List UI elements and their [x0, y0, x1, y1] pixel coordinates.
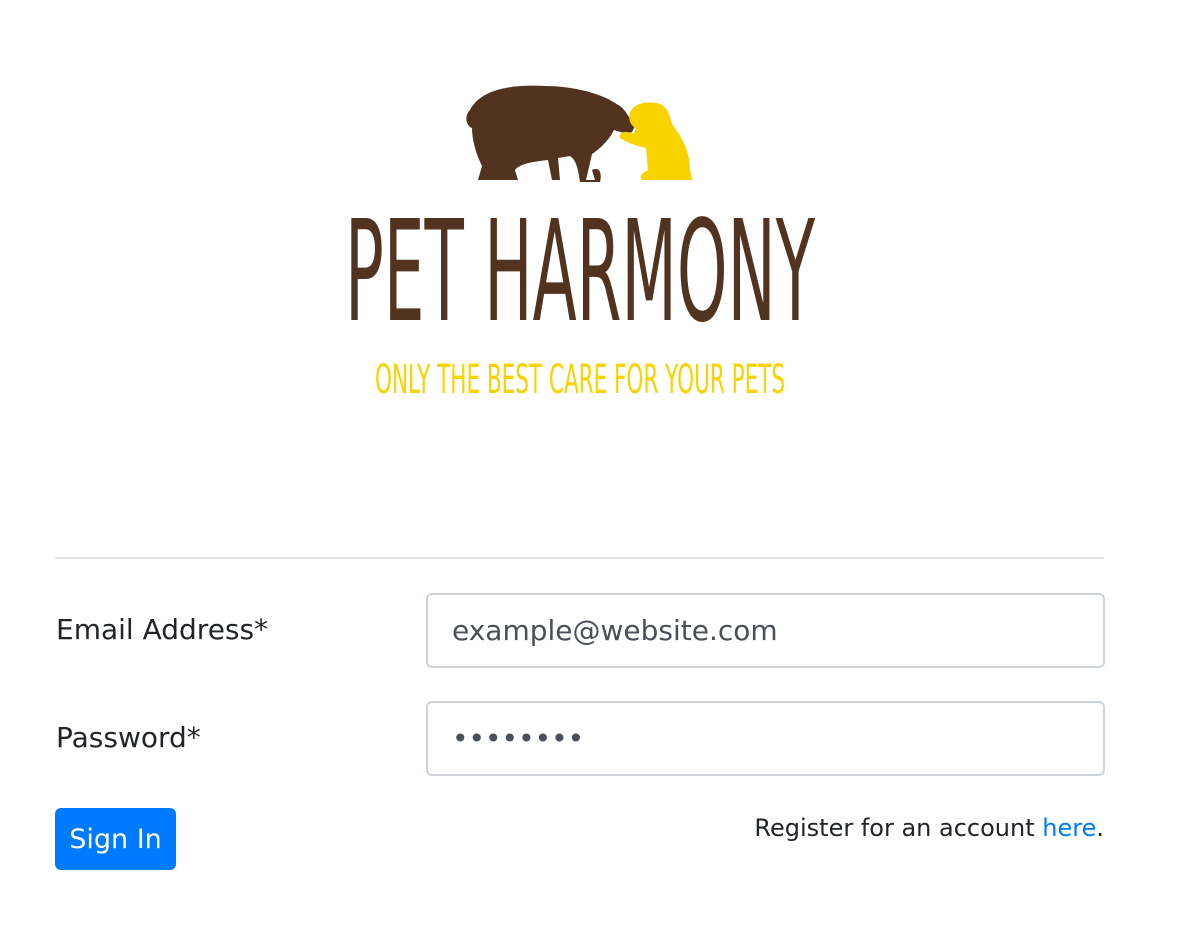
sign-in-button[interactable]: Sign In [55, 808, 176, 870]
bear-icon [466, 85, 635, 182]
bear-cub-icon [619, 102, 692, 180]
logo-title: PET HARMONY [345, 191, 816, 354]
divider [55, 557, 1104, 559]
logo-tagline: ONLY THE BEST CARE FOR YOUR PETS [375, 357, 785, 403]
register-prefix: Register for an account [754, 814, 1043, 842]
pet-harmony-logo: PET HARMONY ONLY THE BEST CARE FOR YOUR … [345, 85, 816, 403]
email-input[interactable] [426, 593, 1105, 668]
register-link[interactable]: here [1042, 814, 1096, 842]
password-input[interactable] [426, 701, 1105, 776]
register-suffix: . [1096, 814, 1104, 842]
password-label: Password* [56, 721, 201, 754]
email-label: Email Address* [56, 613, 269, 646]
register-text: Register for an account here. [754, 814, 1104, 842]
